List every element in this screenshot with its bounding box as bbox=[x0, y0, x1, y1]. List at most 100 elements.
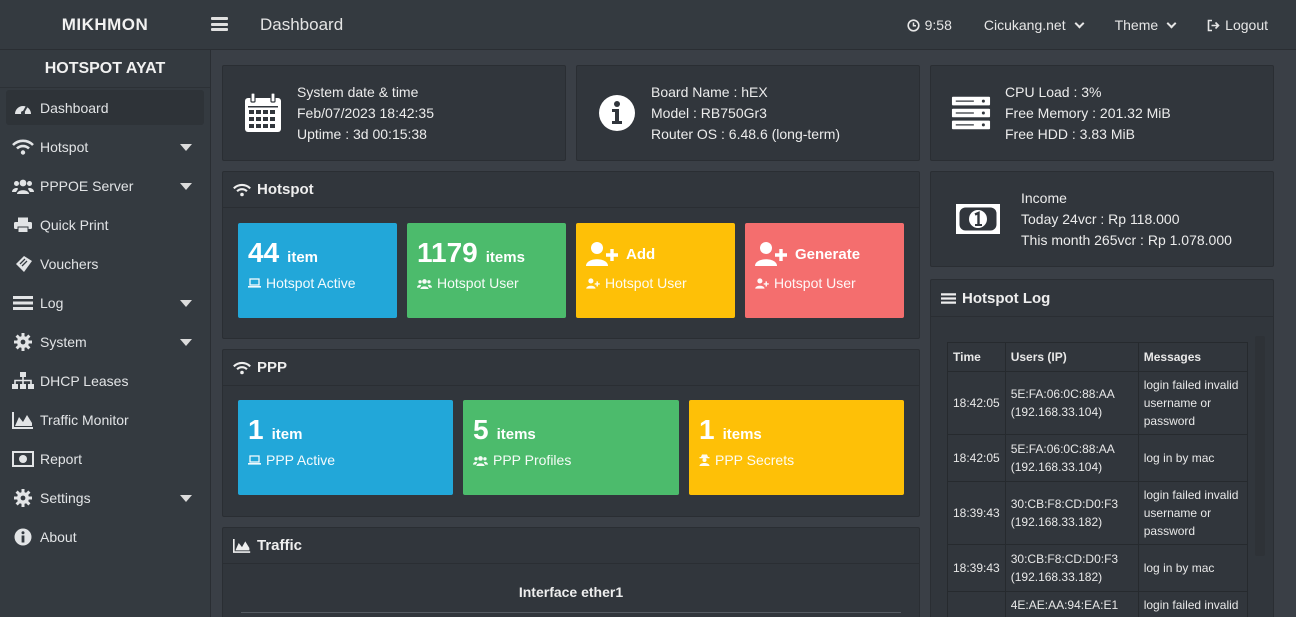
cpu-load: CPU Load : 3% bbox=[1005, 83, 1102, 100]
printer-icon bbox=[12, 216, 34, 234]
sidebar-item-label: System bbox=[40, 333, 87, 350]
log-user: 30:CB:F8:CD:D0:F3 (192.168.33.182) bbox=[1004, 481, 1139, 545]
sidebar-item-vouchers[interactable]: Vouchers bbox=[6, 246, 204, 281]
list-icon bbox=[12, 294, 34, 312]
column-header-time: Time bbox=[947, 342, 1006, 372]
table-row: 18:42:05 5E:FA:06:0C:88:AA (192.168.33.10… bbox=[947, 371, 1249, 435]
sidebar-item-label: Dashboard bbox=[40, 99, 109, 116]
system-datetime-box: System date & time Feb/07/2023 18:42:35 … bbox=[222, 65, 566, 161]
user-plus-icon bbox=[755, 242, 787, 266]
tile-number: 1 bbox=[248, 414, 264, 445]
column-header-users: Users (IP) bbox=[1004, 342, 1139, 372]
log-time: 18:39:43 bbox=[947, 481, 1006, 545]
tile-unit: Generate bbox=[795, 245, 861, 263]
caret-down-icon bbox=[180, 183, 192, 190]
ticket-icon bbox=[12, 255, 34, 273]
sidebar-item-traffic-monitor[interactable]: Traffic Monitor bbox=[6, 402, 204, 437]
list-icon bbox=[941, 292, 956, 304]
user-secret-icon bbox=[699, 454, 710, 466]
income-label: Income bbox=[1021, 189, 1067, 206]
dashboard-icon bbox=[12, 99, 34, 117]
income-box: Income Today 24vcr : Rp 118.000 This mon… bbox=[930, 171, 1274, 267]
traffic-panel: Traffic Interface ether1 bbox=[222, 527, 920, 617]
tile-unit: items bbox=[485, 249, 525, 266]
add-hotspot-user-tile[interactable]: Add Hotspot User bbox=[576, 223, 735, 318]
sidebar-item-system[interactable]: System bbox=[6, 324, 204, 359]
money-bill-icon bbox=[953, 199, 1003, 239]
hotspot-log-table: Time Users (IP) Messages 18:42:05 5E:FA:… bbox=[947, 342, 1249, 617]
system-datetime: Feb/07/2023 18:42:35 bbox=[297, 104, 435, 121]
domain-label: Cicukang.net bbox=[983, 17, 1066, 33]
logout-button[interactable]: Logout bbox=[1207, 17, 1268, 33]
sidebar-item-label: PPPOE Server bbox=[40, 177, 134, 194]
tile-number: 44 bbox=[248, 237, 280, 268]
log-time: 18:39:43 bbox=[947, 544, 1006, 592]
ppp-active-tile[interactable]: 1 item PPP Active bbox=[238, 400, 453, 495]
sidebar-item-quick-print[interactable]: Quick Print bbox=[6, 207, 204, 242]
laptop-icon bbox=[248, 278, 261, 288]
tile-label: Hotspot User bbox=[437, 275, 519, 291]
log-user: 5E:FA:06:0C:88:AA (192.168.33.104) bbox=[1004, 371, 1139, 435]
app-brand[interactable]: MIKHMON bbox=[0, 0, 210, 50]
tile-number: 1179 bbox=[417, 237, 478, 268]
tile-label: Hotspot User bbox=[774, 275, 856, 291]
hotspot-active-tile[interactable]: 44 item Hotspot Active bbox=[238, 223, 397, 318]
ppp-title: PPP bbox=[257, 359, 288, 376]
sidebar-item-dashboard[interactable]: Dashboard bbox=[6, 90, 204, 125]
logout-label: Logout bbox=[1225, 17, 1268, 33]
log-user: 5E:FA:06:0C:88:AA (192.168.33.104) bbox=[1004, 434, 1139, 482]
hamburger-menu-icon[interactable] bbox=[211, 17, 228, 31]
table-row: 18:39:43 30:CB:F8:CD:D0:F3 (192.168.33.18… bbox=[947, 481, 1249, 545]
board-model: Model : RB750Gr3 bbox=[651, 104, 767, 121]
log-scrollbar[interactable] bbox=[1255, 336, 1265, 556]
theme-dropdown[interactable]: Theme bbox=[1115, 17, 1177, 33]
log-mac: 4E:AE:AA:94:EA:E1 bbox=[1010, 598, 1119, 612]
hotspot-user-tile[interactable]: 1179 items Hotspot User bbox=[407, 223, 566, 318]
tile-label: PPP Active bbox=[266, 452, 336, 468]
sidebar-item-label: Quick Print bbox=[40, 216, 109, 233]
domain-dropdown[interactable]: Cicukang.net bbox=[983, 17, 1085, 33]
table-row: 18:39:43 30:CB:F8:CD:D0:F3 (192.168.33.18… bbox=[947, 544, 1249, 592]
chevron-down-icon bbox=[1074, 18, 1085, 28]
ppp-profiles-tile[interactable]: 5 items PPP Profiles bbox=[463, 400, 679, 495]
system-uptime: Uptime : 3d 00:15:38 bbox=[297, 125, 427, 142]
sidebar-item-log[interactable]: Log bbox=[6, 285, 204, 320]
tile-label: Hotspot User bbox=[605, 275, 687, 291]
hotspot-log-title: Hotspot Log bbox=[962, 289, 1051, 307]
log-ip: (192.168.33.182) bbox=[1010, 515, 1103, 529]
sidebar-item-report[interactable]: Report bbox=[6, 441, 204, 476]
area-chart-icon bbox=[233, 538, 251, 553]
sidebar-item-settings[interactable]: Settings bbox=[6, 480, 204, 515]
sidebar-item-pppoe-server[interactable]: PPPOE Server bbox=[6, 168, 204, 203]
hotspot-title: Hotspot bbox=[257, 181, 314, 198]
ppp-secrets-tile[interactable]: 1 items PPP Secrets bbox=[689, 400, 904, 495]
tile-label: Hotspot Active bbox=[266, 275, 356, 291]
log-time bbox=[947, 591, 1006, 617]
tile-number: 1 bbox=[699, 414, 715, 445]
tile-unit: items bbox=[496, 426, 536, 443]
area-chart-icon bbox=[12, 411, 34, 429]
sidebar-item-hotspot[interactable]: Hotspot bbox=[6, 129, 204, 164]
sidebar-item-label: Vouchers bbox=[40, 255, 99, 272]
sidebar: HOTSPOT AYAT Dashboard Hotspot PPPOE Ser… bbox=[0, 50, 211, 617]
sidebar-item-label: Report bbox=[40, 450, 83, 467]
free-memory: Free Memory : 201.32 MiB bbox=[1005, 104, 1171, 121]
sidebar-item-dhcp-leases[interactable]: DHCP Leases bbox=[6, 363, 204, 398]
caret-down-icon bbox=[180, 339, 192, 346]
tile-label: PPP Secrets bbox=[715, 452, 795, 468]
calendar-icon bbox=[243, 93, 283, 133]
sidebar-item-label: DHCP Leases bbox=[40, 372, 129, 389]
log-ip: (192.168.33.182) bbox=[1010, 570, 1103, 584]
sidebar-item-about[interactable]: About bbox=[6, 519, 204, 554]
generate-hotspot-user-tile[interactable]: Generate Hotspot User bbox=[745, 223, 904, 318]
page-title: Dashboard bbox=[260, 15, 344, 34]
free-hdd: Free HDD : 3.83 MiB bbox=[1005, 125, 1135, 142]
income-today: Today 24vcr : Rp 118.000 bbox=[1021, 210, 1180, 227]
hotspot-panel: Hotspot 44 item Hotspot Active 1179 items … bbox=[222, 171, 920, 339]
users-icon bbox=[417, 278, 432, 289]
log-user: 4E:AE:AA:94:EA:E1 bbox=[1004, 591, 1139, 617]
wifi-icon bbox=[233, 361, 251, 374]
session-name: HOTSPOT AYAT bbox=[0, 50, 210, 88]
wifi-icon bbox=[233, 183, 251, 196]
column-header-messages: Messages bbox=[1137, 342, 1249, 372]
